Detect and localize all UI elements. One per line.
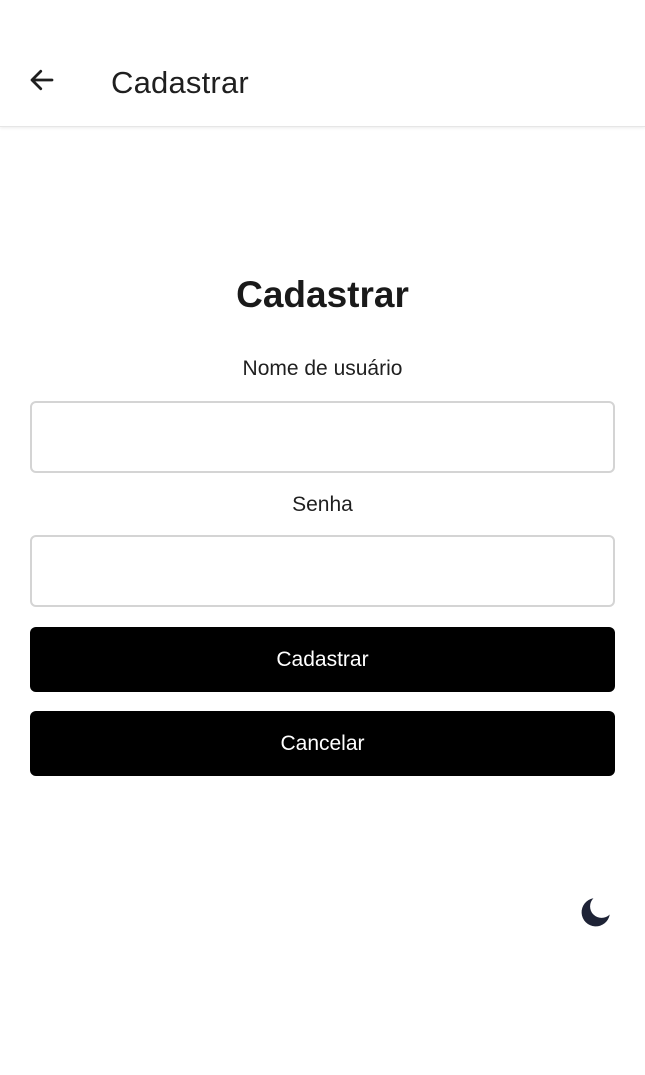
- theme-toggle-button[interactable]: [576, 894, 616, 934]
- cancel-button[interactable]: Cancelar: [30, 711, 615, 776]
- register-button[interactable]: Cadastrar: [30, 627, 615, 692]
- back-button[interactable]: [22, 62, 62, 102]
- register-screen: Cadastrar Cadastrar Nome de usuário Senh…: [0, 0, 645, 1075]
- moon-icon: [579, 895, 613, 934]
- app-bar-title: Cadastrar: [111, 65, 249, 100]
- username-input[interactable]: [30, 401, 615, 473]
- register-form: Cadastrar Nome de usuário Senha Cadastra…: [30, 270, 615, 776]
- app-bar: Cadastrar: [0, 0, 645, 127]
- arrow-left-icon: [27, 65, 57, 100]
- username-label: Nome de usuário: [242, 357, 403, 380]
- password-input[interactable]: [30, 535, 615, 607]
- password-label: Senha: [292, 493, 353, 516]
- form-title: Cadastrar: [236, 274, 409, 315]
